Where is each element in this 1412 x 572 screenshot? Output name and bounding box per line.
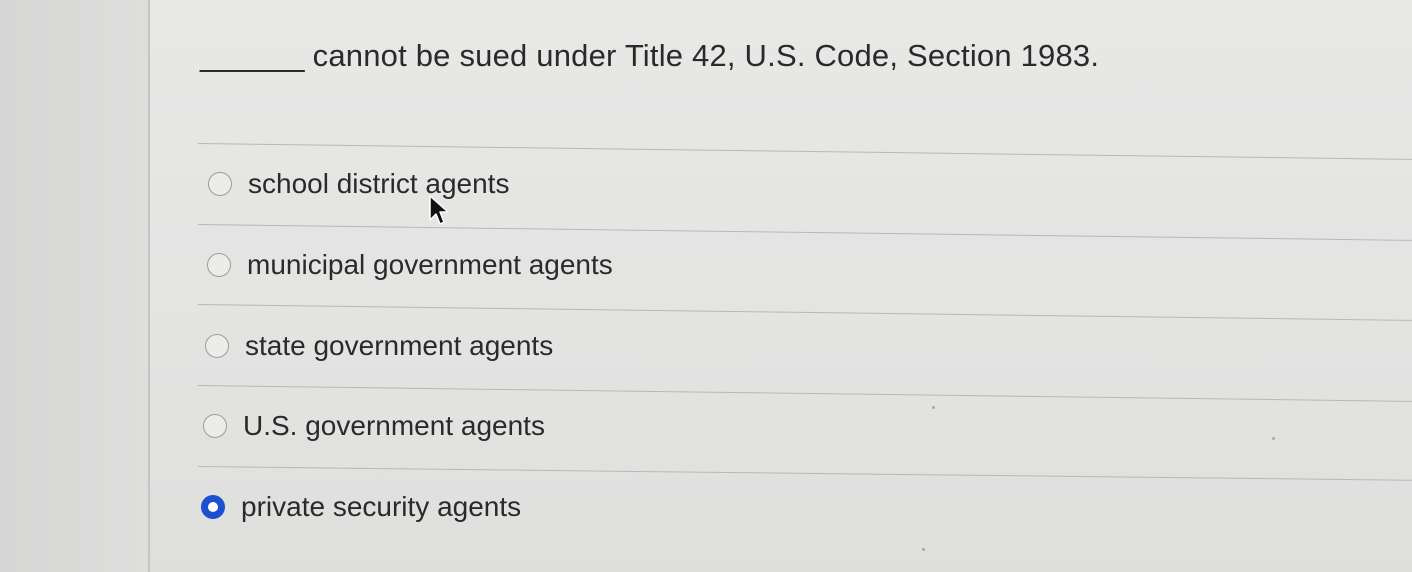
question-text: cannot be sued under Title 42, U.S. Code… xyxy=(312,38,1100,73)
screen-speck xyxy=(932,406,935,409)
answer-option-state[interactable]: state government agents xyxy=(205,330,553,362)
radio-button-selected[interactable] xyxy=(201,495,225,519)
option-label: private security agents xyxy=(241,491,522,522)
mouse-pointer-icon xyxy=(429,195,449,225)
radio-button[interactable] xyxy=(203,414,227,438)
screen-speck xyxy=(922,548,925,551)
radio-button[interactable] xyxy=(207,253,231,277)
answer-option-school-district[interactable]: school district agents xyxy=(208,168,509,200)
answer-option-municipal[interactable]: municipal government agents xyxy=(207,249,613,281)
option-label: school district agents xyxy=(248,168,510,199)
answer-option-private-security[interactable]: private security agents xyxy=(201,491,521,523)
option-label: state government agents xyxy=(245,330,554,361)
question-panel xyxy=(150,0,1412,572)
left-margin xyxy=(0,0,150,572)
question-blank: ______ xyxy=(200,38,305,73)
radio-button[interactable] xyxy=(205,334,229,358)
radio-button[interactable] xyxy=(208,172,232,196)
option-label: municipal government agents xyxy=(247,249,613,280)
question-prompt: ______ cannot be sued under Title 42, U.S… xyxy=(200,38,1099,74)
option-label: U.S. government agents xyxy=(243,410,545,441)
answer-option-us-government[interactable]: U.S. government agents xyxy=(203,410,545,442)
screen-speck xyxy=(1272,437,1275,440)
